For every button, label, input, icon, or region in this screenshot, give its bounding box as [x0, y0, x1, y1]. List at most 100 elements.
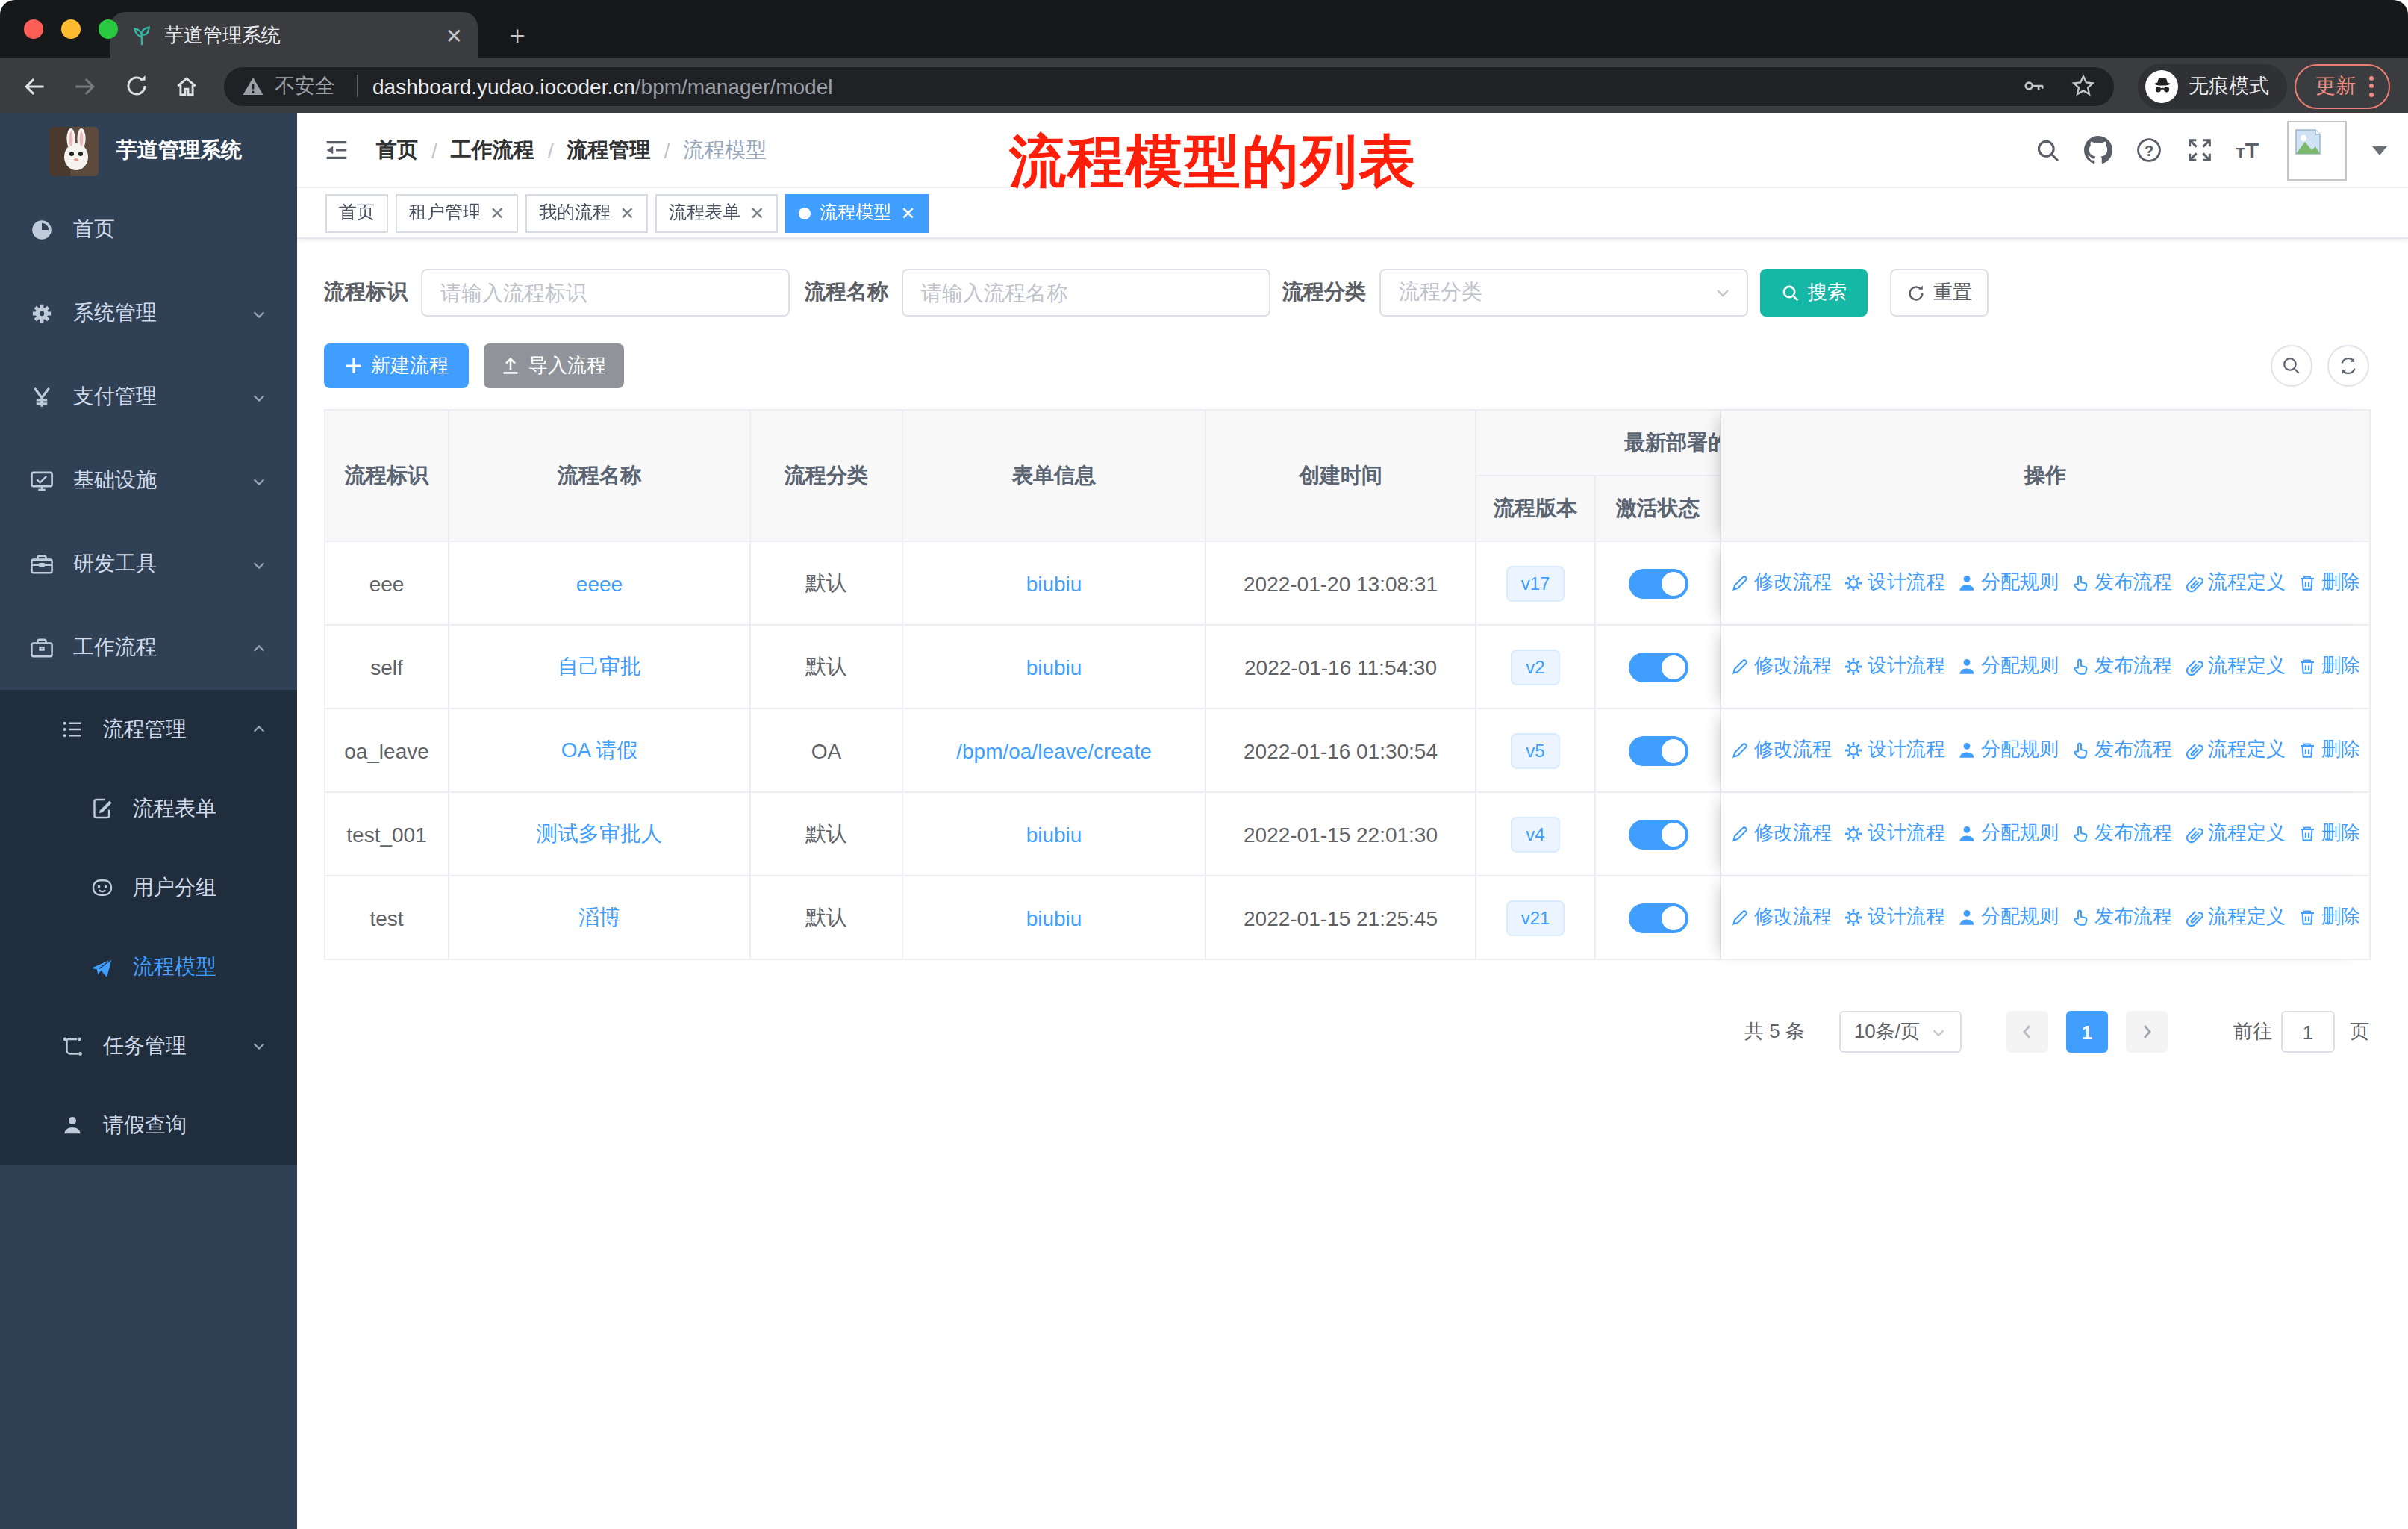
breadcrumb-home[interactable]: 首页	[376, 137, 418, 164]
github-icon[interactable]	[2083, 136, 2112, 164]
forward-button[interactable]	[67, 68, 103, 104]
minimize-window-button[interactable]	[61, 19, 81, 39]
cell-process-name-link[interactable]: eeee	[449, 542, 751, 626]
reset-button[interactable]: 重置	[1890, 269, 1989, 317]
toggle-search-button[interactable]	[2271, 345, 2312, 387]
action-definition[interactable]: 流程定义	[2184, 737, 2286, 764]
sidebar-item-payment[interactable]: 支付管理	[0, 355, 297, 439]
home-button[interactable]	[169, 68, 205, 104]
breadcrumb-workflow[interactable]: 工作流程	[451, 137, 534, 164]
zoom-window-button[interactable]	[99, 19, 118, 39]
version-badge[interactable]: v17	[1506, 565, 1565, 601]
prev-page-button[interactable]	[2006, 1011, 2048, 1053]
process-id-input[interactable]	[421, 269, 790, 317]
action-design[interactable]: 设计流程	[1844, 737, 1945, 764]
address-bar[interactable]: 不安全 dashboard.yudao.iocoder.cn/bpm/manag…	[224, 66, 2114, 105]
status-toggle[interactable]	[1628, 568, 1688, 598]
action-definition[interactable]: 流程定义	[2184, 653, 2286, 680]
version-badge[interactable]: v4	[1511, 816, 1559, 852]
sidebar-item-process-management[interactable]: 流程管理	[0, 690, 297, 769]
cell-process-name-link[interactable]: OA 请假	[449, 709, 751, 793]
goto-page-input[interactable]	[2281, 1011, 2335, 1053]
search-icon[interactable]	[2034, 137, 2061, 164]
breadcrumb-process-management[interactable]: 流程管理	[567, 137, 651, 164]
sidebar-item-system[interactable]: 系统管理	[0, 272, 297, 355]
cell-form-link[interactable]: /bpm/oa/leave/create	[903, 709, 1206, 793]
sidebar-item-workflow[interactable]: 工作流程	[0, 606, 297, 690]
sidebar-item-infrastructure[interactable]: 基础设施	[0, 439, 297, 523]
collapse-sidebar-icon[interactable]	[322, 136, 351, 164]
action-edit[interactable]: 修改流程	[1730, 653, 1832, 680]
sidebar-item-task-management[interactable]: 任务管理	[0, 1006, 297, 1086]
sidebar-item-process-form[interactable]: 流程表单	[0, 769, 297, 848]
action-design[interactable]: 设计流程	[1844, 570, 1945, 597]
cell-process-name-link[interactable]: 滔博	[449, 876, 751, 960]
sidebar-item-leave-query[interactable]: 请假查询	[0, 1086, 297, 1165]
search-button[interactable]: 搜索	[1760, 269, 1868, 317]
action-publish[interactable]: 发布流程	[2071, 904, 2172, 931]
version-badge[interactable]: v5	[1511, 732, 1559, 768]
page-size-select[interactable]: 10条/页	[1839, 1011, 1962, 1053]
action-edit[interactable]: 修改流程	[1730, 904, 1832, 931]
sidebar-item-user-group[interactable]: 用户分组	[0, 848, 297, 927]
status-toggle[interactable]	[1628, 735, 1688, 765]
import-process-button[interactable]: 导入流程	[484, 343, 624, 388]
action-publish[interactable]: 发布流程	[2071, 737, 2172, 764]
action-design[interactable]: 设计流程	[1844, 653, 1945, 680]
action-edit[interactable]: 修改流程	[1730, 737, 1832, 764]
current-page[interactable]: 1	[2066, 1011, 2108, 1053]
action-edit[interactable]: 修改流程	[1730, 570, 1832, 597]
sidebar-item-devtools[interactable]: 研发工具	[0, 523, 297, 606]
status-toggle[interactable]	[1628, 652, 1688, 682]
action-delete[interactable]: 删除	[2298, 820, 2360, 847]
close-icon[interactable]: ✕	[490, 204, 505, 222]
cell-form-link[interactable]: biubiu	[903, 542, 1206, 626]
action-delete[interactable]: 删除	[2298, 737, 2360, 764]
action-assign[interactable]: 分配规则	[1957, 820, 2059, 847]
action-assign[interactable]: 分配规则	[1957, 737, 2059, 764]
bookmark-star-icon[interactable]	[2071, 73, 2096, 99]
action-delete[interactable]: 删除	[2298, 904, 2360, 931]
action-assign[interactable]: 分配规则	[1957, 653, 2059, 680]
action-definition[interactable]: 流程定义	[2184, 904, 2286, 931]
close-icon[interactable]: ✕	[749, 204, 764, 222]
status-toggle[interactable]	[1628, 819, 1688, 849]
avatar[interactable]	[2287, 120, 2347, 180]
cell-form-link[interactable]: biubiu	[903, 793, 1206, 876]
next-page-button[interactable]	[2126, 1011, 2168, 1053]
action-delete[interactable]: 删除	[2298, 570, 2360, 597]
status-toggle[interactable]	[1628, 903, 1688, 932]
update-button[interactable]: 更新	[2295, 63, 2390, 108]
action-definition[interactable]: 流程定义	[2184, 570, 2286, 597]
chevron-down-icon[interactable]	[2372, 146, 2387, 155]
font-size-icon[interactable]: TT	[2236, 139, 2259, 161]
key-icon[interactable]	[2021, 73, 2047, 99]
new-tab-button[interactable]: ＋	[505, 12, 530, 58]
create-process-button[interactable]: 新建流程	[324, 343, 469, 388]
action-delete[interactable]: 删除	[2298, 653, 2360, 680]
cell-form-link[interactable]: biubiu	[903, 876, 1206, 960]
close-window-button[interactable]	[24, 19, 43, 39]
process-name-input[interactable]	[902, 269, 1270, 317]
close-icon[interactable]: ✕	[900, 204, 915, 222]
version-badge[interactable]: v21	[1506, 900, 1565, 935]
refresh-button[interactable]	[2327, 345, 2369, 387]
cell-process-name-link[interactable]: 自己审批	[449, 626, 751, 709]
cell-form-link[interactable]: biubiu	[903, 626, 1206, 709]
action-publish[interactable]: 发布流程	[2071, 820, 2172, 847]
menu-kebab-icon[interactable]	[2369, 75, 2374, 96]
tag-my-process[interactable]: 我的流程✕	[525, 193, 648, 232]
warning-icon[interactable]	[242, 75, 264, 97]
action-assign[interactable]: 分配规则	[1957, 904, 2059, 931]
reload-button[interactable]	[118, 68, 154, 104]
action-edit[interactable]: 修改流程	[1730, 820, 1832, 847]
sidebar-item-home[interactable]: 首页	[0, 188, 297, 272]
action-design[interactable]: 设计流程	[1844, 904, 1945, 931]
sidebar-item-process-model[interactable]: 流程模型	[0, 927, 297, 1006]
tag-process-model[interactable]: 流程模型✕	[785, 193, 929, 232]
tag-process-form[interactable]: 流程表单✕	[655, 193, 778, 232]
action-definition[interactable]: 流程定义	[2184, 820, 2286, 847]
action-assign[interactable]: 分配规则	[1957, 570, 2059, 597]
cell-process-name-link[interactable]: 测试多审批人	[449, 793, 751, 876]
tag-home[interactable]: 首页	[325, 193, 388, 232]
